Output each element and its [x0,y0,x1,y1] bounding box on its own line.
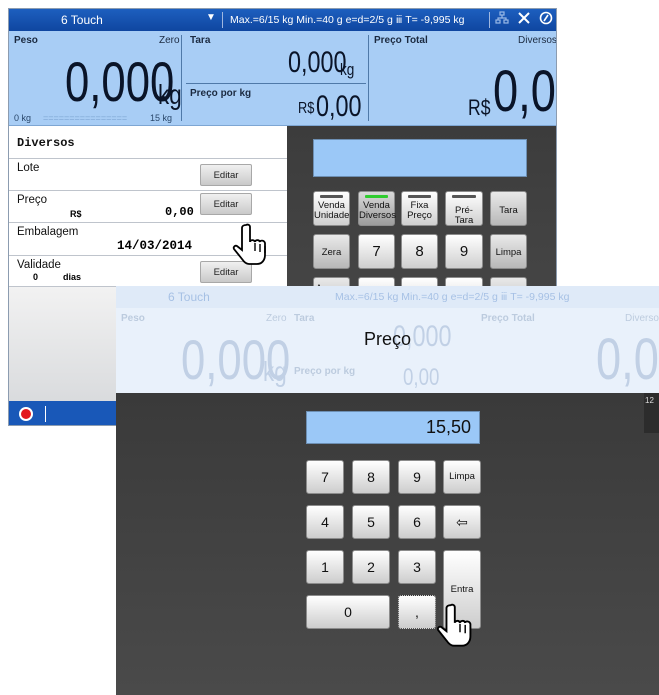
key-8[interactable]: 8 [352,460,390,494]
diversos-label: Diversos [625,313,659,324]
key-7[interactable]: 7 [358,234,395,269]
close-icon[interactable] [517,11,531,28]
tara-label: Tara [294,313,315,324]
key-label: Tara [499,205,518,216]
preco-kg-currency: R$ [298,100,315,117]
venda-unidade-button[interactable]: Venda Unidade [313,191,350,226]
key-0[interactable]: 0 [306,595,390,629]
side-status-strip: 12 [644,393,659,433]
price-display: 15,50 [306,411,480,444]
divider [489,12,490,28]
key-3[interactable]: 3 [398,550,436,584]
status-bar: 6 Touch ▼ Max.=6/15 kg Min.=40 g e=d=2/5… [9,9,556,31]
divider [368,35,369,121]
key-7[interactable]: 7 [306,460,344,494]
key-label: Fixa Preço [407,200,432,221]
weighing-header: Peso Zero 0,000 kg 0 kg ================… [9,31,556,126]
validade-count: 0 [33,272,39,282]
tara-unit: kg [340,60,355,79]
preco-currency: R$ [70,209,82,219]
key-label: Pré-Tara [454,205,474,226]
key-9[interactable]: 9 [445,234,483,269]
validade-unit: dias [63,272,82,282]
tara-button[interactable]: Tara [490,191,527,226]
peso-label: Peso [121,313,145,324]
key-8[interactable]: 8 [401,234,438,269]
side-clock: 12 [645,396,654,405]
list-item-preco: Preço R$ 0,00 Editar [9,190,287,222]
record-icon[interactable] [19,407,33,421]
peso-label: Peso [14,35,38,46]
pre-tara-button[interactable]: Pré-Tara [445,191,483,226]
divider [45,406,46,422]
limpa-button[interactable]: Limpa [443,460,481,494]
dialog-title: Preço [363,329,412,349]
peso-unit: kg [158,79,182,110]
preco-kg-value: 0,00 [316,90,362,123]
embalagem-date: 14/03/2014 [117,239,193,253]
key-4[interactable]: 4 [306,505,344,539]
backspace-button[interactable]: ⇦ [443,505,481,539]
preco-label: Preço [17,194,48,206]
divider [222,12,223,28]
key-5[interactable]: 5 [352,505,390,539]
key-9[interactable]: 9 [398,460,436,494]
brand-icon[interactable] [539,11,553,28]
diversos-label: Diversos [518,35,557,46]
peso-unit: kg [263,356,287,387]
embalagem-label: Embalagem [17,226,79,238]
preco-kg-label: Preço por kg [294,366,356,377]
key-label: Venda Unidade [314,200,350,221]
tara-label: Tara [190,35,211,46]
scale-range-bar: ================ [43,113,128,123]
validade-label: Validade [17,259,61,271]
preco-total-label: Preço Total [374,35,428,46]
preco-total-currency: R$ [468,95,491,120]
key-label: Venda Diversos [359,200,396,221]
scale-specs: Max.=6/15 kg Min.=40 g e=d=2/5 g ⅲ T= -9… [230,14,465,26]
preco-kg-label: Preço por kg [190,88,252,99]
zero-label: Zero [159,35,180,46]
preco-total-label: Preço Total [481,313,535,324]
preco-kg-value: 0,00 [403,364,440,391]
venda-diversos-button[interactable]: Venda Diversos [358,191,396,226]
app-title: 6 Touch [61,13,103,27]
list-item-lote: Lote Editar [9,158,287,190]
hand-cursor-icon [436,603,472,647]
app-title: 6 Touch [168,290,210,304]
preco-value: 0,00 [165,205,194,219]
preco-total-value: 0,00 [493,59,556,124]
editar-preco-button[interactable]: Editar [200,193,252,215]
network-icon[interactable] [495,11,509,28]
zera-button[interactable]: Zera [313,234,350,269]
key-1[interactable]: 1 [306,550,344,584]
price-keypad-panel: 12 15,50 7 8 9 Limpa 4 5 6 ⇦ 1 2 3 Entra… [116,393,659,695]
lote-label: Lote [17,162,40,174]
preco-dialog-screen: 6 Touch Max.=6/15 kg Min.=40 g e=d=2/5 g… [116,286,659,695]
key-6[interactable]: 6 [398,505,436,539]
limpa-button[interactable]: Limpa [490,234,527,269]
dropdown-arrow-icon[interactable]: ▼ [206,12,216,23]
tara-value: 0,000 [288,46,347,79]
scale-max: 15 kg [150,113,173,123]
panel-title: Diversos [17,136,75,150]
scale-specs: Max.=6/15 kg Min.=40 g e=d=2/5 g ⅲ T= -9… [335,291,570,303]
editar-lote-button[interactable]: Editar [200,164,252,186]
divider [186,83,366,84]
keypad-display [313,139,527,177]
zero-label: Zero [266,313,287,324]
dialog-header: 6 Touch Max.=6/15 kg Min.=40 g e=d=2/5 g… [116,286,659,393]
hand-cursor-icon [232,223,266,265]
scale-min: 0 kg [14,113,32,123]
fixa-preco-button[interactable]: Fixa Preço [401,191,438,226]
divider [181,35,182,121]
key-2[interactable]: 2 [352,550,390,584]
key-comma[interactable]: , [398,595,436,629]
